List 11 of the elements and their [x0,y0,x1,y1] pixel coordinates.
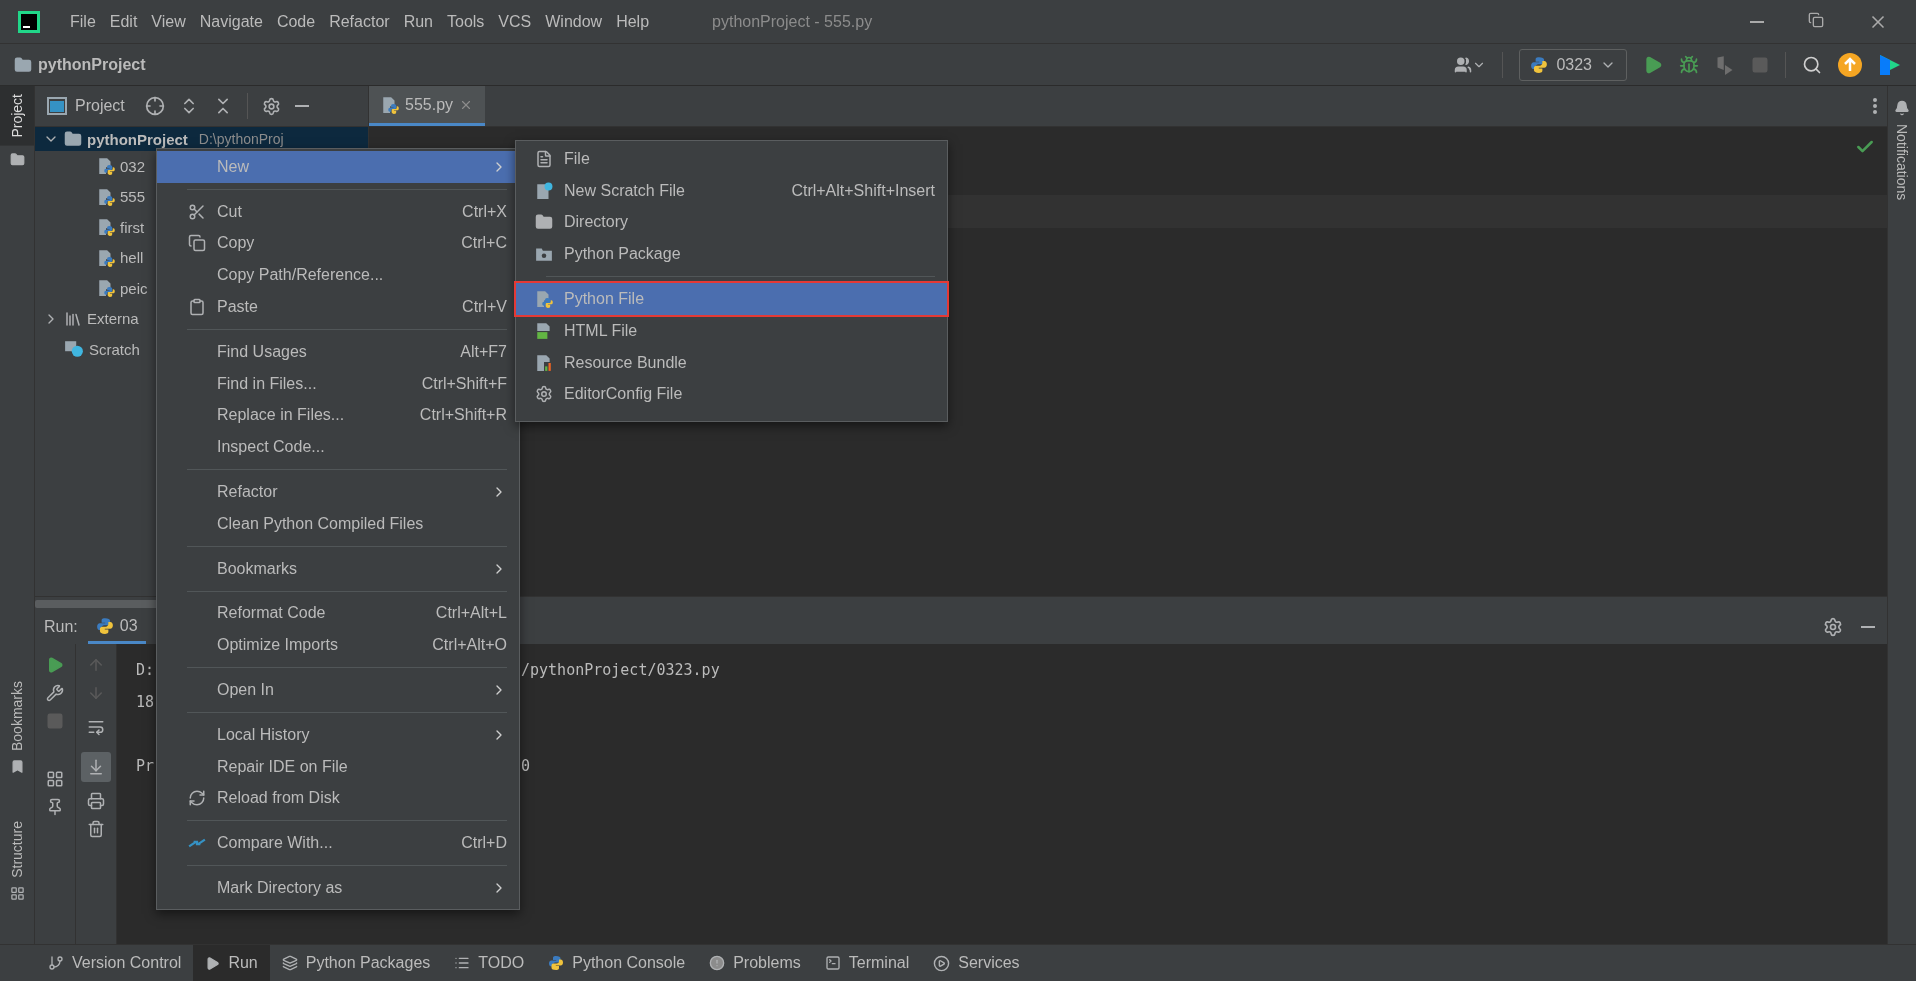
console-text: D: [136,661,155,679]
console-text: /pythonProject/0323.py [521,661,720,679]
window-title: pythonProject - 555.py [712,12,873,31]
project-name: pythonProject [38,55,146,74]
panel-title: Project [75,97,125,115]
console-text: 0 [521,757,531,775]
tree-path: D:\pythonProj [198,131,284,147]
run-title: Run: [44,618,78,636]
console-text: 18 [136,693,155,711]
tree-label: pythonProject [87,130,188,148]
console-text: Pr [136,757,155,775]
